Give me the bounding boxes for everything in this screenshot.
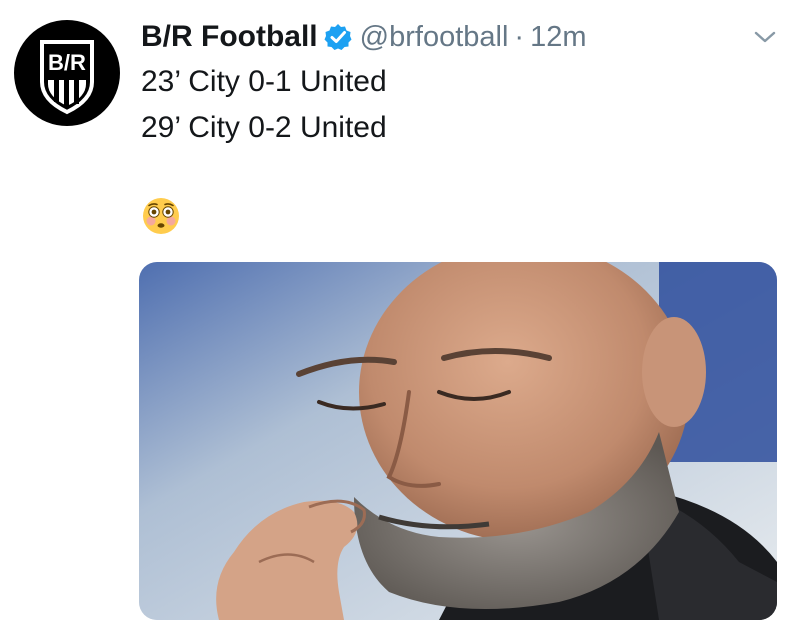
author-name[interactable]: B/R Football (141, 20, 318, 54)
tweet-media-photo[interactable] (139, 262, 777, 620)
tweet-text-line: 29’ City 0-2 United (141, 111, 387, 144)
verified-badge-icon (324, 23, 352, 51)
br-shield-logo-icon: B/R (40, 40, 94, 115)
chevron-down-icon[interactable] (752, 26, 778, 48)
header-separator: · (514, 20, 525, 53)
tweet-timestamp[interactable]: 12m (530, 21, 586, 54)
tweet-text-line: 23’ City 0-1 United (141, 65, 387, 98)
tweet-card[interactable]: B/R B/R Football @brfootball · 12m 23’ C… (0, 0, 800, 644)
svg-text:B/R: B/R (48, 50, 86, 75)
tweet-header: B/R Football @brfootball · 12m (141, 16, 587, 58)
author-avatar[interactable]: B/R (14, 20, 120, 126)
author-handle[interactable]: @brfootball (360, 21, 509, 54)
flushed-face-icon (141, 196, 181, 236)
